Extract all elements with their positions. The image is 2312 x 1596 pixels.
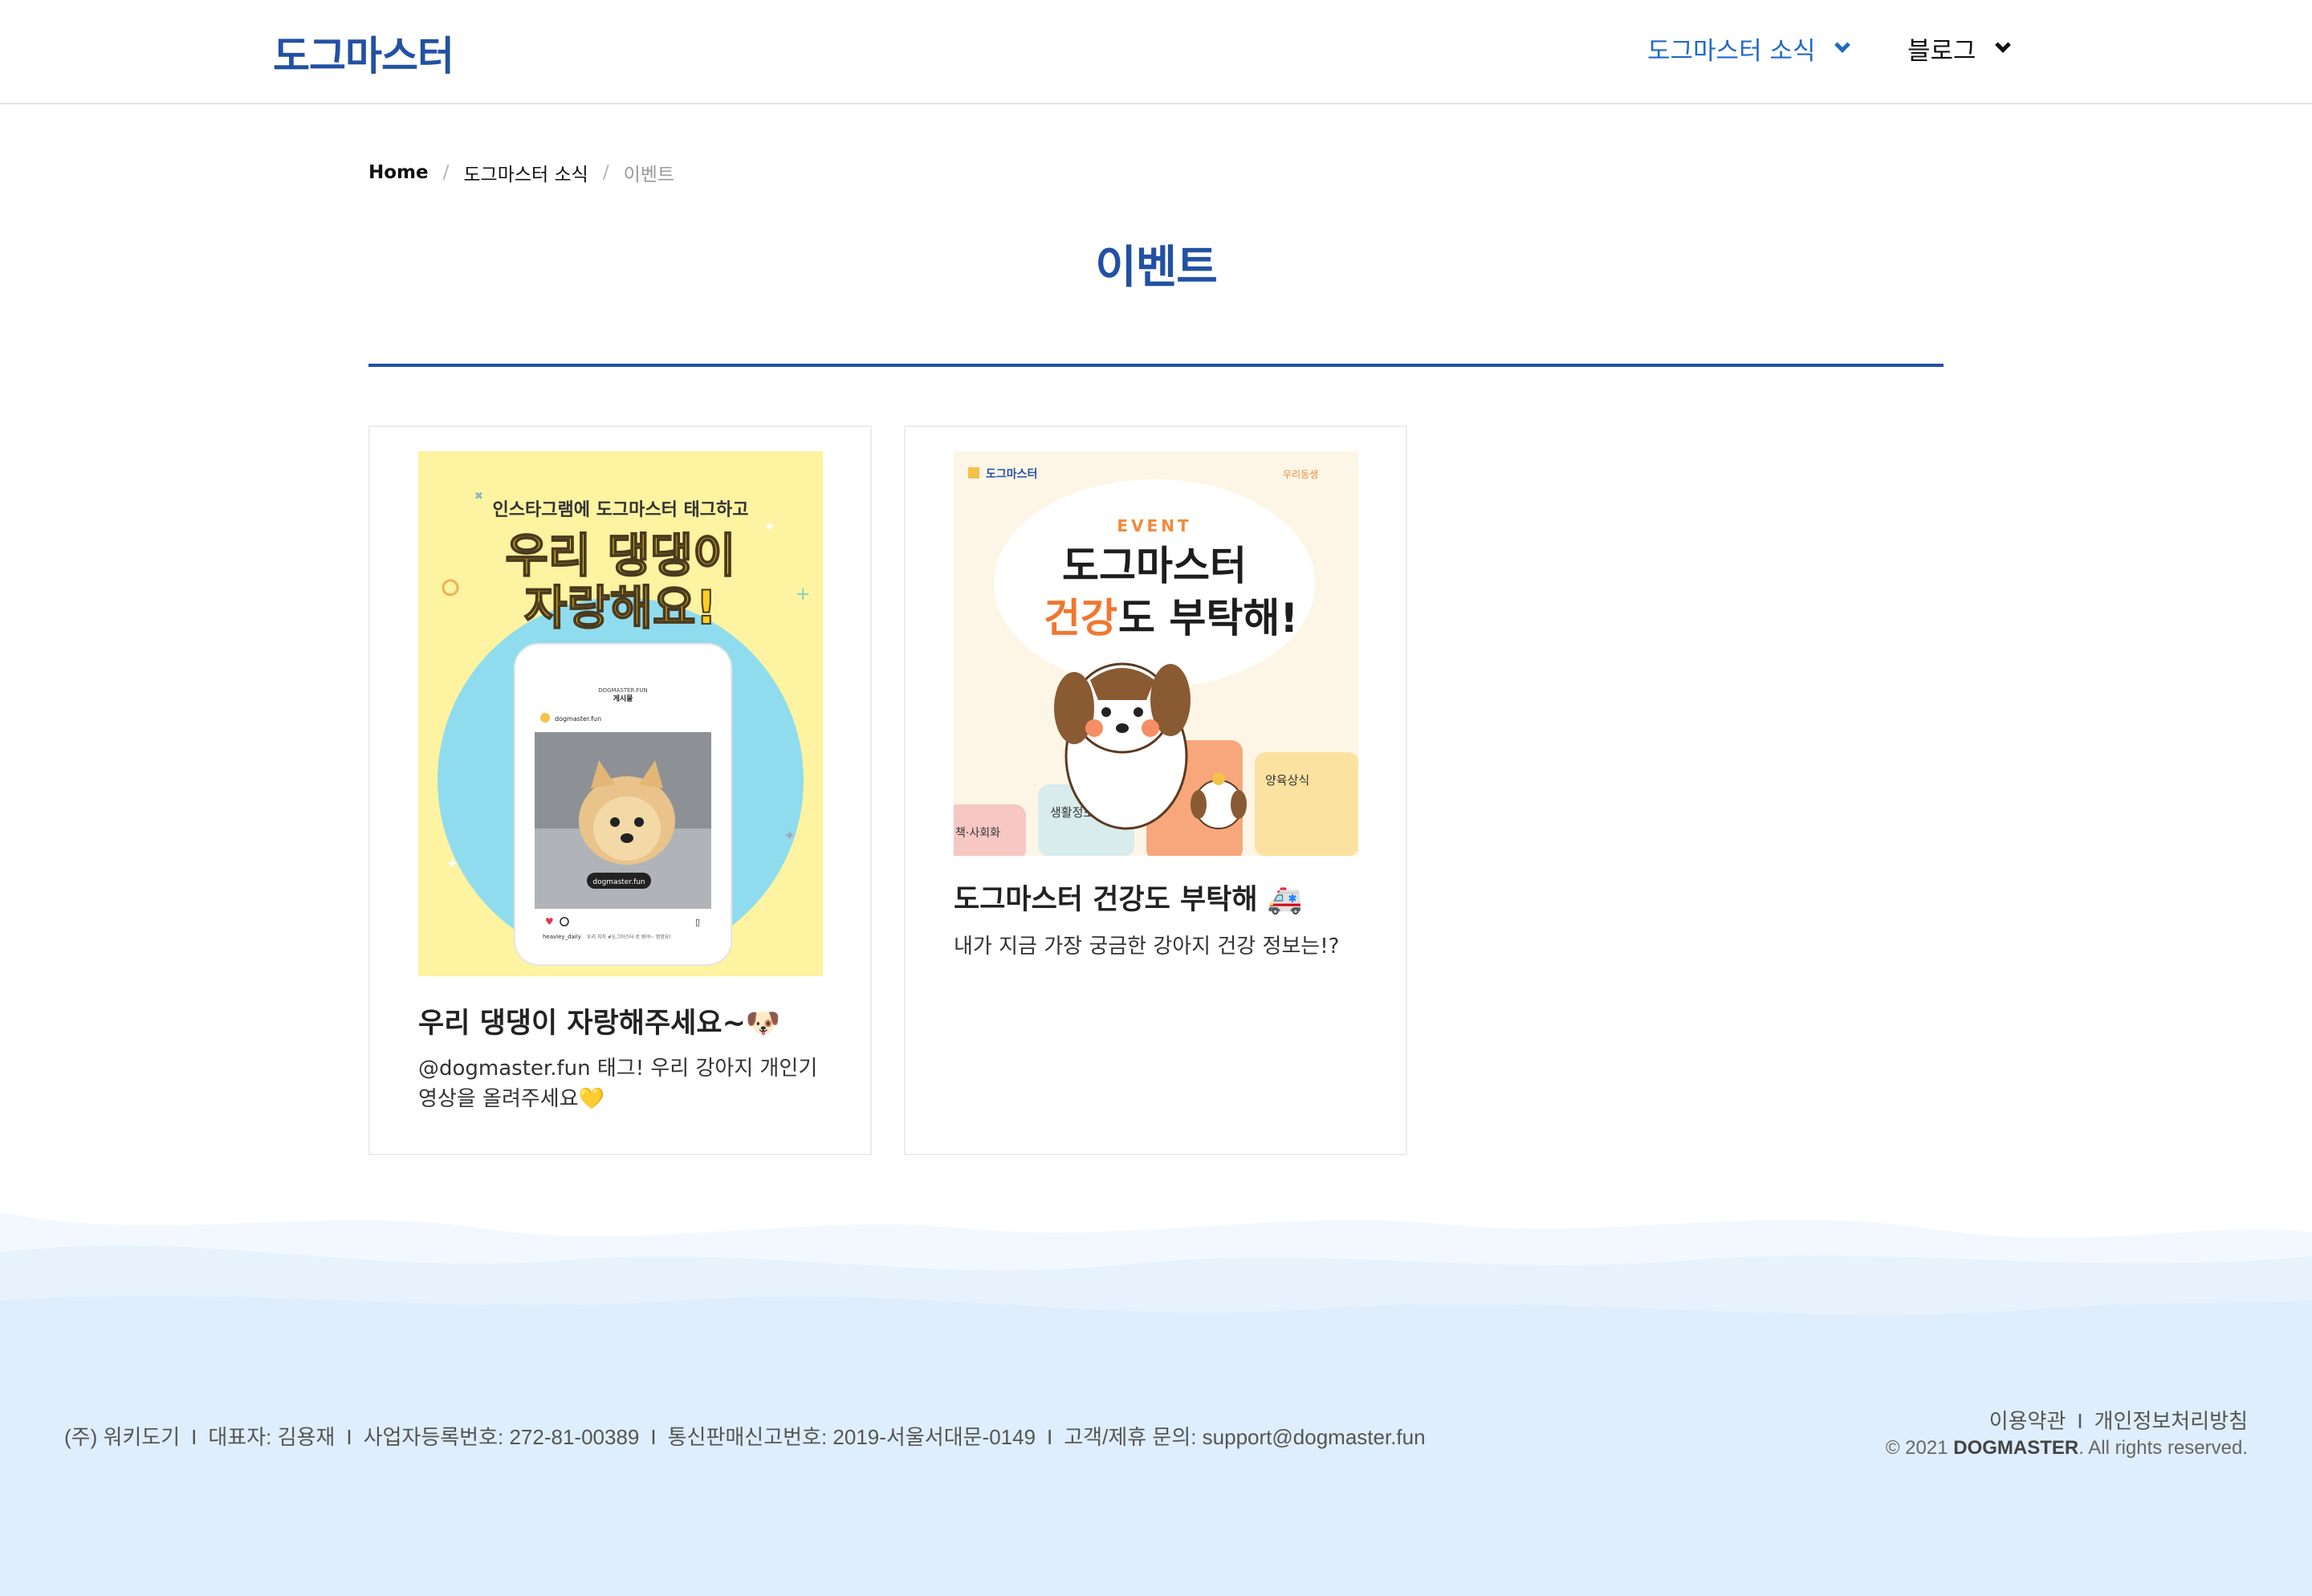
footer-wave [0,1212,2312,1373]
event-card-title[interactable]: 우리 댕댕이 자랑해주세요~🐶 [418,1000,780,1041]
svg-text:양육상식: 양육상식 [1265,773,1309,788]
svg-text:책·사회화: 책·사회화 [955,827,1000,840]
svg-text:EVENT: EVENT [1117,516,1191,535]
company-name: (주) 워키도기 [64,1425,181,1449]
event-card-image[interactable]: ✖ + ✦ ✦ ✦ 인스타그램에 도그마스터 태그하고 우리 댕댕이 자랑해요!… [418,451,823,976]
privacy-link[interactable]: 개인정보처리방침 [2094,1409,2248,1433]
svg-text:dogmaster.fun: dogmaster.fun [592,878,645,886]
terms-link[interactable]: 이용약관 [1989,1409,2066,1433]
svg-text:도그마스터: 도그마스터 [1062,543,1247,589]
svg-text:✦: ✦ [446,856,458,873]
svg-text:우리동생: 우리동생 [1283,469,1318,480]
event-card[interactable]: ✖ + ✦ ✦ ✦ 인스타그램에 도그마스터 태그하고 우리 댕댕이 자랑해요!… [368,425,872,1155]
svg-text:✦: ✦ [784,828,796,845]
image-headline: 자랑해요! [524,580,717,635]
business-registration: 사업자등록번호: 272-81-00389 [363,1425,640,1449]
footer-links: 이용약관 I 개인정보처리방침 [1988,1409,2248,1433]
svg-text:우리 치치 #도그마스터 로 봐야~ 멍멍요!: 우리 치치 #도그마스터 로 봐야~ 멍멍요! [587,934,671,940]
breadcrumb-separator: / [442,162,450,183]
site-logo[interactable]: 도그마스터 [273,24,454,82]
footer-body [0,1357,2312,1596]
svg-text:DOGMASTER.FUN: DOGMASTER.FUN [598,687,648,694]
svg-text:heavley_daily: heavley_daily [543,934,581,940]
svg-text:건강: 건강 [1044,595,1117,641]
event-card-title[interactable]: 도그마스터 건강도 부탁해 🚑 [954,877,1302,918]
breadcrumb-section[interactable]: 도그마스터 소식 [463,159,588,186]
company-info: (주) 워키도기 I 대표자: 김용재 I 사업자등록번호: 272-81-00389 I… [64,1425,1426,1449]
ecommerce-registration: 통신판매신고번호: 2019-서울서대문-0149 [667,1425,1036,1449]
breadcrumb: Home / 도그마스터 소식 / 이벤트 [368,159,674,186]
svg-text:✖: ✖ [474,491,483,503]
event-card-description: @dogmaster.fun 태그! 우리 강아지 개인기 영상을 올려주세요💛 [418,1057,818,1111]
svg-text:도 부탁해!: 도 부탁해! [1118,595,1298,641]
copyright: © 2021 DOGMASTER. All rights reserved. [1885,1437,2248,1459]
copyright-brand: DOGMASTER [1953,1437,2079,1459]
company-ceo: 대표자: 김용재 [208,1425,336,1449]
nav-item-blog[interactable]: 블로그 [1907,31,2011,67]
chevron-down-icon [1834,36,1850,53]
nav-item-label: 블로그 [1907,37,1976,66]
site-footer [0,1196,2312,1596]
svg-text:▯: ▯ [695,917,700,927]
event-card-description: 내가 지금 가장 궁금한 강아지 건강 정보는!? [954,934,1340,959]
svg-text:✦: ✦ [763,519,775,535]
nav-item-label: 도그마스터 소식 [1647,37,1816,66]
title-divider [368,364,1944,367]
breadcrumb-separator: / [602,162,609,183]
site-header: 도그마스터 도그마스터 소식 블로그 [0,0,2312,104]
health-event-illustration: 도그마스터 우리동생 EVENT 도그마스터 건강 도 부탁해! 책·사회화 생… [954,451,1358,856]
svg-text:♥: ♥ [545,916,554,927]
event-card[interactable]: 도그마스터 우리동생 EVENT 도그마스터 건강 도 부탁해! 책·사회화 생… [904,425,1407,1155]
breadcrumb-current: 이벤트 [623,165,675,185]
event-card-image[interactable]: 도그마스터 우리동생 EVENT 도그마스터 건강 도 부탁해! 책·사회화 생… [954,451,1358,856]
image-headline: 우리 댕댕이 [506,528,736,583]
chevron-down-icon [1994,36,2011,53]
breadcrumb-home[interactable]: Home [368,162,429,183]
contact-email[interactable]: 고객/제휴 문의: support@dogmaster.fun [1064,1425,1425,1449]
image-caption: 인스타그램에 도그마스터 태그하고 [493,500,749,520]
page-title: 이벤트 [1095,242,1218,294]
nav-item-news[interactable]: 도그마스터 소식 [1647,31,1850,67]
svg-text:게시물: 게시물 [613,694,633,703]
svg-text:dogmaster.fun: dogmaster.fun [555,715,601,723]
svg-text:도그마스터: 도그마스터 [986,468,1037,481]
svg-text:+: + [796,584,810,605]
instagram-event-illustration: ✖ + ✦ ✦ ✦ 인스타그램에 도그마스터 태그하고 우리 댕댕이 자랑해요!… [418,451,823,976]
